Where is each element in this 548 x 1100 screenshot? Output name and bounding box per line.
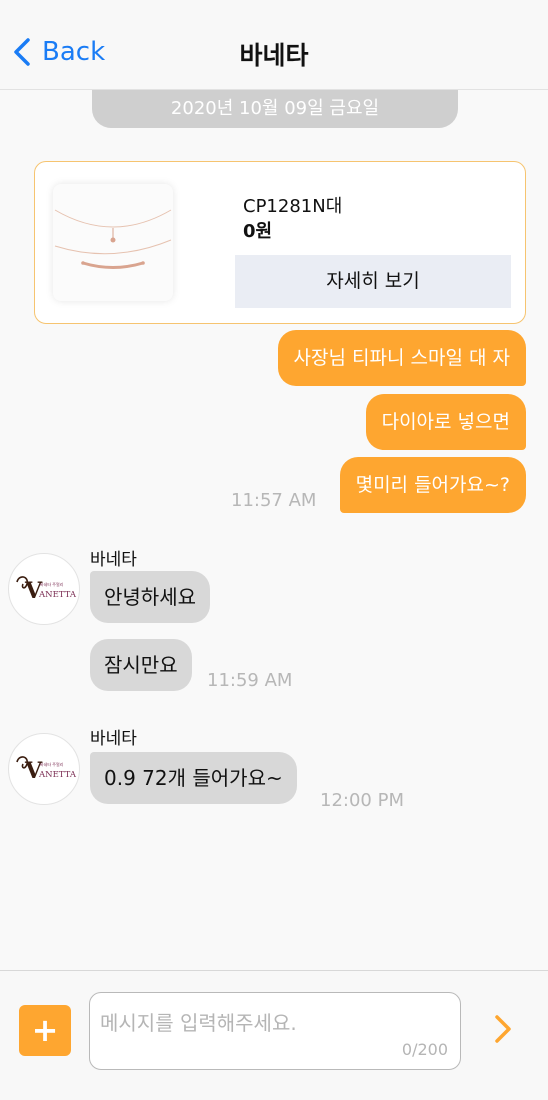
message-timestamp: 11:57 AM — [231, 490, 317, 511]
product-image[interactable] — [53, 184, 173, 301]
send-button[interactable] — [488, 1009, 518, 1049]
navigation-bar: Back 바네타 — [0, 0, 548, 90]
vanetta-logo: V ANETTA 바네타 주얼리 — [16, 576, 77, 604]
logo-subtitle: 바네타 주얼리 — [40, 761, 64, 767]
page-title: 바네타 — [239, 41, 309, 70]
vanetta-logo: V ANETTA 바네타 주얼리 — [16, 756, 77, 784]
logo-brand: ANETTA — [38, 770, 77, 780]
incoming-message[interactable]: 0.9 72개 들어가요~ — [90, 752, 297, 804]
product-card: CP1281N대 0원 자세히 보기 — [34, 161, 526, 324]
logo-brand: ANETTA — [38, 590, 77, 600]
view-details-button[interactable]: 자세히 보기 — [235, 255, 511, 308]
sender-avatar[interactable]: V ANETTA 바네타 주얼리 — [8, 553, 80, 625]
message-timestamp: 11:59 AM — [207, 670, 293, 691]
sender-avatar[interactable]: V ANETTA 바네타 주얼리 — [8, 733, 80, 805]
product-price: 0원 — [243, 221, 273, 242]
product-name: CP1281N대 — [243, 196, 343, 217]
chevron-right-icon — [495, 1015, 511, 1043]
message-timestamp: 12:00 PM — [320, 790, 404, 811]
message-composer: + 0/200 — [0, 970, 548, 1100]
character-counter: 0/200 — [401, 1040, 448, 1059]
incoming-message[interactable]: 안녕하세요 — [90, 571, 210, 623]
outgoing-message[interactable]: 몇미리 들어가요~? — [339, 457, 526, 513]
date-divider: 2020년 10월 09일 금요일 — [92, 90, 458, 128]
message-input-box: 0/200 — [89, 992, 461, 1070]
outgoing-message[interactable]: 다이아로 넣으면 — [365, 394, 526, 450]
sender-name: 바네타 — [90, 729, 137, 749]
incoming-message[interactable]: 잠시만요 — [90, 639, 192, 691]
attach-button[interactable]: + — [19, 1005, 71, 1056]
sender-name: 바네타 — [90, 550, 137, 570]
logo-subtitle: 바네타 주얼리 — [40, 581, 64, 587]
outgoing-message[interactable]: 사장님 티파니 스마일 대 자 — [277, 330, 526, 386]
necklace-image — [54, 209, 172, 269]
